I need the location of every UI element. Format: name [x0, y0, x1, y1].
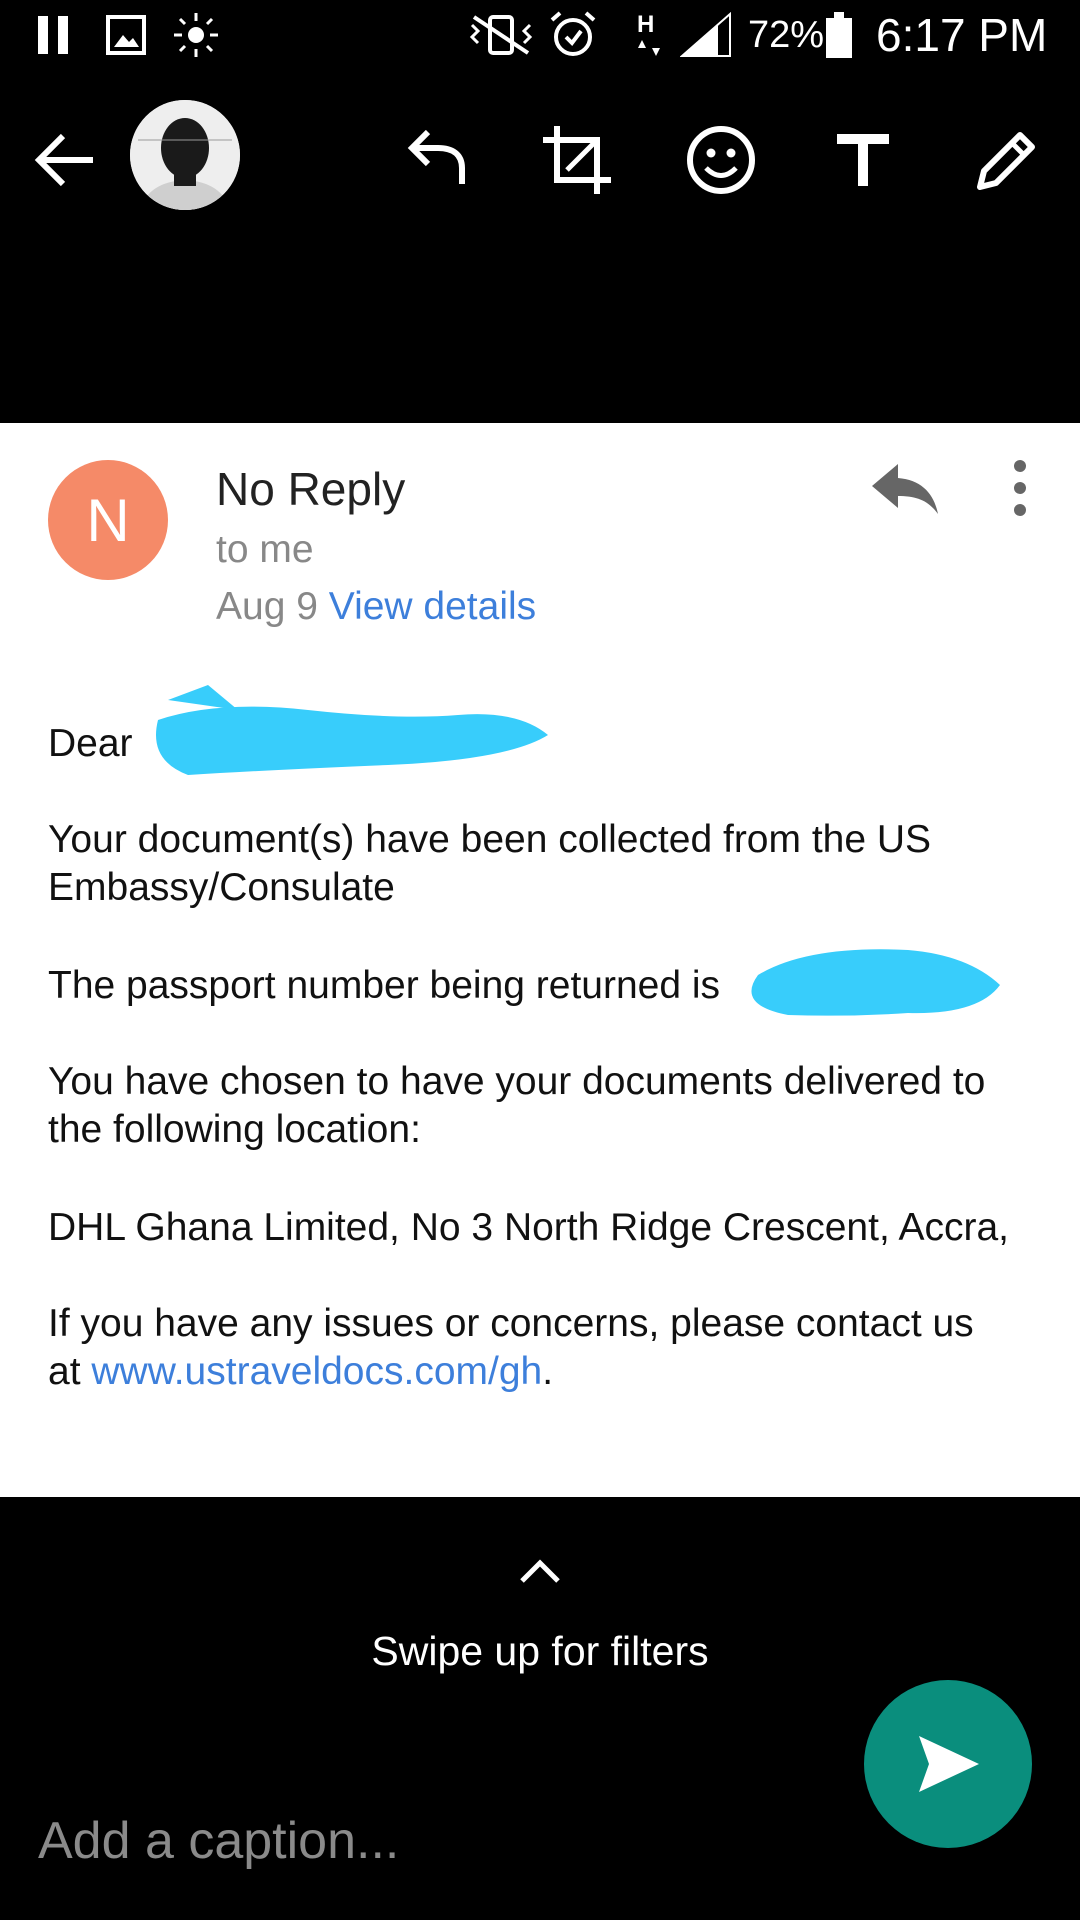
- emoji-icon: [687, 126, 755, 194]
- body-line-3b: the following location:: [48, 1108, 421, 1151]
- send-button[interactable]: [864, 1680, 1032, 1848]
- status-bar: H 72% 6:17 PM: [0, 0, 1080, 72]
- text-icon: [837, 134, 889, 186]
- redaction-scribble: [728, 935, 1008, 1030]
- draw-button[interactable]: [962, 115, 1052, 205]
- alarm-icon: [548, 10, 598, 60]
- sender-avatar: N: [48, 460, 168, 580]
- body-line-4: DHL Ghana Limited, No 3 North Ridge Cres…: [48, 1206, 1009, 1249]
- caption-input[interactable]: [36, 1810, 840, 1872]
- body-line-5a: If you have any issues or concerns, plea…: [48, 1302, 974, 1345]
- undo-icon: [407, 130, 465, 184]
- crop-rotate-button[interactable]: [532, 115, 622, 205]
- clock: 6:17 PM: [876, 9, 1048, 61]
- website-link[interactable]: www.ustraveldocs.com/gh: [91, 1350, 542, 1393]
- back-arrow-icon: [34, 133, 93, 187]
- emoji-button[interactable]: [676, 115, 766, 205]
- period-text: .: [542, 1350, 554, 1393]
- text-button[interactable]: [818, 115, 908, 205]
- body-line-3a: You have chosen to have your documents d…: [48, 1060, 986, 1103]
- sender-name: No Reply: [216, 463, 406, 515]
- brightness-icon: [172, 10, 220, 60]
- more-options-icon: [1002, 458, 1038, 518]
- filters-hint: Swipe up for filters: [371, 1628, 709, 1674]
- contact-avatar[interactable]: [130, 100, 240, 210]
- reply-icon: [868, 460, 940, 516]
- body-line-1b: Embassy/Consulate: [48, 866, 395, 909]
- battery-percent: 72%: [748, 14, 825, 56]
- view-details-link[interactable]: View details: [329, 585, 536, 628]
- network-h-icon: H: [634, 10, 664, 60]
- body-line-2: The passport number being returned is: [48, 964, 721, 1007]
- signal-icon: [680, 10, 732, 60]
- crop-rotate-icon: [543, 126, 611, 194]
- image-icon: [104, 10, 148, 60]
- pause-icon: [34, 10, 72, 60]
- send-icon: [919, 1736, 979, 1792]
- recipient-line: to me: [216, 528, 314, 571]
- pencil-icon: [977, 132, 1035, 190]
- svg-text:H: H: [637, 11, 654, 38]
- body-line-1a: Your document(s) have been collected fro…: [48, 818, 932, 861]
- person-photo-icon: [130, 100, 240, 210]
- undo-button[interactable]: [394, 115, 484, 205]
- redaction-scribble: [128, 680, 568, 805]
- battery-icon: [824, 10, 854, 60]
- at-text: at: [48, 1350, 81, 1393]
- date-line: Aug 9 View details: [216, 585, 536, 629]
- email-date: Aug 9: [216, 585, 318, 628]
- chevron-up-icon[interactable]: [516, 1555, 564, 1587]
- vibrate-icon: [466, 10, 536, 60]
- body-line-5b: at www.ustraveldocs.com/gh.: [48, 1348, 553, 1396]
- greeting-line: Dear: [48, 722, 133, 765]
- back-button[interactable]: [20, 115, 110, 205]
